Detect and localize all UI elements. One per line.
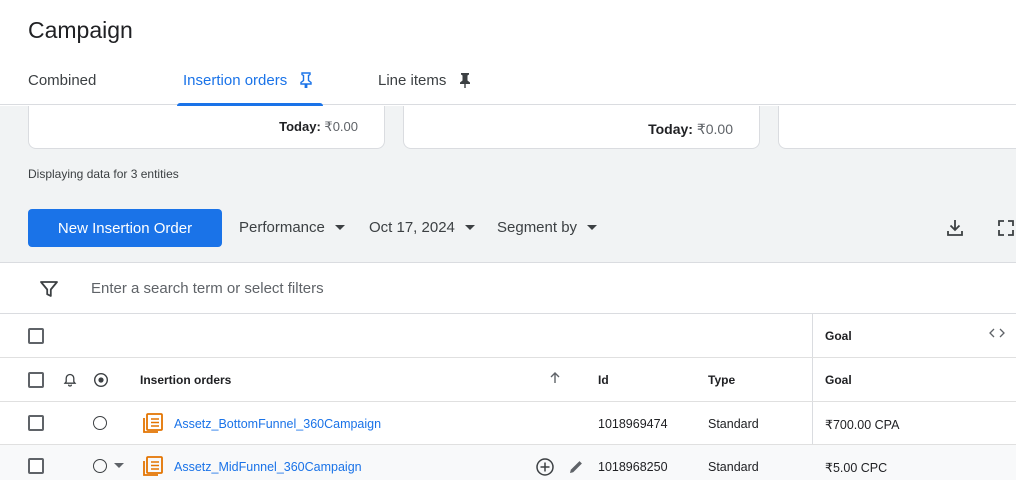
performance-dropdown[interactable]: Performance <box>239 219 345 236</box>
caret-down-icon <box>464 225 475 230</box>
table-header-row: Insertion orders Id Type Goal <box>0 358 1016 402</box>
column-header-goal[interactable]: Goal <box>825 373 852 387</box>
row-checkbox[interactable] <box>28 458 44 474</box>
download-icon[interactable] <box>943 216 967 240</box>
caret-down-icon <box>587 225 598 230</box>
today-value: ₹0.00 <box>696 121 733 137</box>
select-all-checkbox[interactable] <box>28 328 44 344</box>
performance-label: Performance <box>239 219 325 236</box>
sort-up-icon[interactable] <box>548 371 562 385</box>
insertion-order-icon <box>143 456 163 476</box>
segment-dropdown[interactable]: Segment by <box>497 219 598 236</box>
page-title: Campaign <box>28 17 133 43</box>
row-checkbox[interactable] <box>28 415 44 431</box>
tab-combined[interactable]: Combined <box>28 62 96 105</box>
today-stat: Today: ₹0.00 <box>279 119 358 135</box>
column-header-type[interactable]: Type <box>708 373 735 387</box>
header-checkbox[interactable] <box>28 372 44 388</box>
caret-down-icon <box>334 225 345 230</box>
insertion-order-name-link[interactable]: Assetz_BottomFunnel_360Campaign <box>174 417 381 431</box>
summary-card <box>778 106 1016 149</box>
tab-line-items-label: Line items <box>378 72 447 89</box>
row-type: Standard <box>708 417 759 431</box>
row-goal: ₹700.00 CPA <box>825 418 900 432</box>
row-id: 1018968250 <box>598 460 668 474</box>
row-id: 1018969474 <box>598 417 668 431</box>
filter-icon[interactable] <box>38 278 60 300</box>
bell-icon[interactable] <box>62 372 78 388</box>
page-header: Campaign Combined Insertion orders Line … <box>0 0 1016 106</box>
row-type: Standard <box>708 460 759 474</box>
table-row: Assetz_MidFunnel_360Campaign 1018968250 … <box>0 445 1016 480</box>
today-value: ₹0.00 <box>324 119 358 134</box>
insertion-orders-table: Goal Insertion orders Id Type Goal Asset… <box>0 314 1016 480</box>
summary-card: Today: ₹0.00 <box>28 106 385 149</box>
fullscreen-icon[interactable] <box>994 216 1016 240</box>
table-row: Assetz_BottomFunnel_360Campaign 10189694… <box>0 402 1016 445</box>
add-circle-icon[interactable] <box>535 457 555 477</box>
insertion-order-icon <box>143 413 163 433</box>
segment-label: Segment by <box>497 219 578 236</box>
expand-columns-icon[interactable] <box>988 326 1006 340</box>
today-label: Today: <box>648 121 693 137</box>
today-label: Today: <box>279 119 321 134</box>
tab-insertion-orders[interactable]: Insertion orders <box>177 62 324 106</box>
tab-line-items[interactable]: Line items <box>378 62 472 105</box>
tab-bar: Combined Insertion orders Line items <box>0 62 1016 106</box>
caret-down-icon[interactable] <box>114 463 124 469</box>
date-dropdown[interactable]: Oct 17, 2024 <box>369 219 475 236</box>
tab-insertion-orders-label: Insertion orders <box>183 72 288 89</box>
filter-search-input[interactable] <box>91 277 691 299</box>
row-radio[interactable] <box>93 459 107 473</box>
summary-card: Today: ₹0.00 <box>403 106 760 149</box>
today-stat: Today: ₹0.00 <box>648 121 733 138</box>
row-goal: ₹5.00 CPC <box>825 461 888 475</box>
insertion-order-name-link[interactable]: Assetz_MidFunnel_360Campaign <box>174 460 362 474</box>
summary-area: Today: ₹0.00 Today: ₹0.00 Displaying dat… <box>0 106 1016 262</box>
filter-bar <box>0 262 1016 314</box>
new-insertion-order-button[interactable]: New Insertion Order <box>28 209 222 247</box>
column-header-id[interactable]: Id <box>598 373 609 387</box>
entities-count: Displaying data for 3 entities <box>28 167 179 181</box>
toolbar: New Insertion Order Performance Oct 17, … <box>0 209 1016 247</box>
row-radio[interactable] <box>93 416 107 430</box>
column-header-insertion-orders[interactable]: Insertion orders <box>140 373 231 387</box>
edit-icon[interactable] <box>567 458 585 476</box>
target-icon[interactable] <box>93 372 109 388</box>
date-label: Oct 17, 2024 <box>369 219 455 236</box>
pin-icon[interactable] <box>299 72 313 88</box>
table-group-header-row: Goal <box>0 314 1016 358</box>
group-header-goal: Goal <box>825 329 852 343</box>
tab-combined-label: Combined <box>28 72 97 89</box>
pin-icon[interactable] <box>458 72 472 88</box>
